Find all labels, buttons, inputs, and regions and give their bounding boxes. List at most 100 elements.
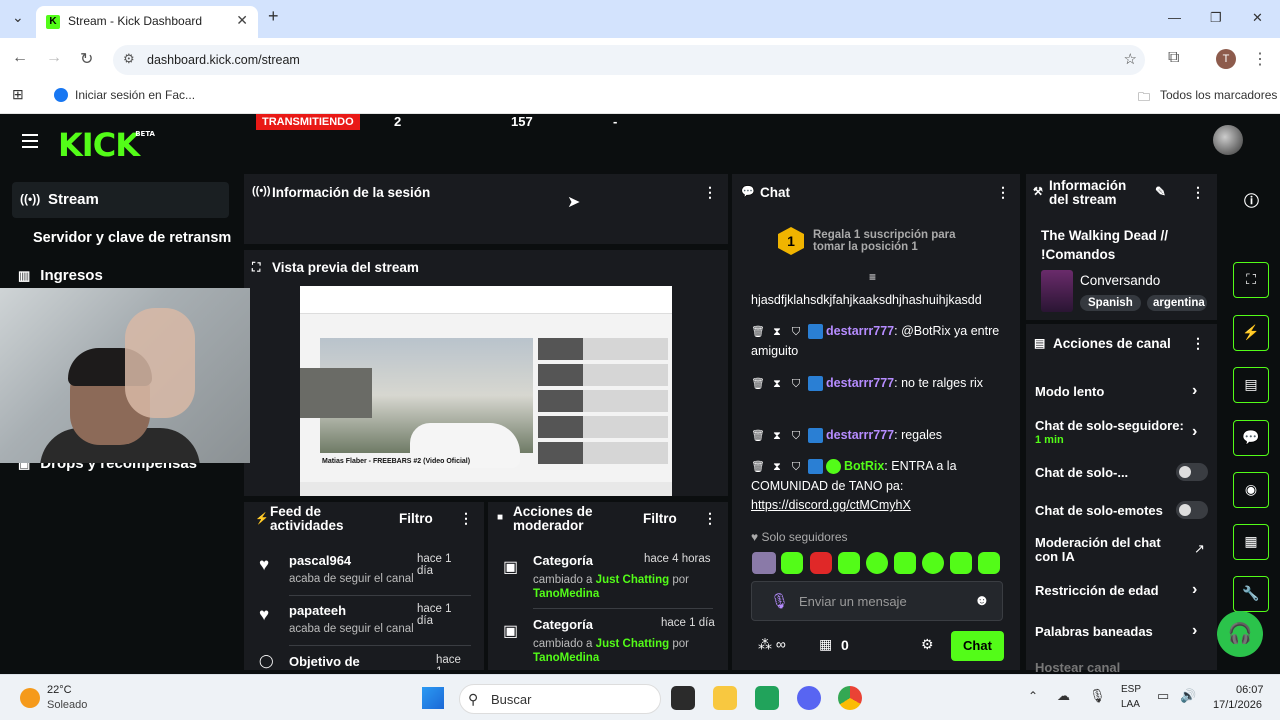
info-icon[interactable]: ⓘ	[1244, 190, 1259, 211]
ban-icon[interactable]: ⛉	[789, 427, 803, 446]
emote[interactable]	[950, 552, 972, 574]
sidebar-item-stream[interactable]: ((•)) Stream	[12, 182, 229, 218]
menu-icon[interactable]	[22, 134, 38, 152]
tools-icon[interactable]: 🔧	[1233, 576, 1269, 612]
emoji-icon[interactable]: ☻	[974, 592, 990, 609]
chevron-right-icon[interactable]: ›	[1192, 581, 1197, 599]
omnibox[interactable]: ⚙ dashboard.kick.com/stream ☆	[113, 45, 1145, 75]
weather-icon[interactable]	[20, 688, 40, 708]
emote[interactable]	[810, 552, 832, 574]
mic-tray-icon[interactable]: 🎙	[1089, 688, 1106, 704]
delete-icon[interactable]: 🗑	[751, 427, 765, 446]
gift-prompt[interactable]: Regala 1 suscripción para tomar la posici…	[813, 229, 956, 253]
apps-grid-icon[interactable]: ⊞	[12, 86, 24, 103]
chat-menu-icon[interactable]: ⋮	[996, 184, 1010, 201]
host-channel-row[interactable]: Hostear canal	[1035, 660, 1120, 674]
mic-icon[interactable]: 🎙	[770, 592, 789, 610]
clock-time[interactable]: 06:07	[1236, 684, 1264, 696]
network-icon[interactable]: ▭	[1157, 688, 1169, 704]
bookmark-facebook[interactable]: Iniciar sesión en Fac...	[75, 88, 195, 102]
extensions-icon[interactable]: ⧉	[1168, 49, 1179, 67]
timeout-icon[interactable]: ⧗	[770, 323, 784, 342]
chat-input[interactable]: 🎙 Enviar un mensaje ☻	[751, 581, 1003, 621]
profile-avatar[interactable]: T	[1216, 49, 1236, 69]
age-restriction-row[interactable]: Restricción de edad	[1035, 583, 1159, 598]
all-bookmarks[interactable]: Todos los marcadores	[1160, 88, 1277, 102]
reload-icon[interactable]: ↻	[80, 49, 93, 69]
minimize-icon[interactable]: —	[1168, 10, 1181, 25]
taskbar-search[interactable]: ⚲ Buscar	[459, 684, 661, 714]
task-view-icon[interactable]	[671, 686, 695, 710]
emote[interactable]	[978, 552, 1000, 574]
stream-preview-video[interactable]: Matias Flaber - FREEBARS #2 (Video Ofici…	[300, 286, 672, 496]
bookmark-star-icon[interactable]: ☆	[1124, 50, 1137, 68]
delete-icon[interactable]: 🗑	[751, 458, 765, 477]
app-icon[interactable]	[755, 686, 779, 710]
subs-chat-toggle[interactable]	[1176, 463, 1208, 481]
chat-settings-icon[interactable]: ⚙	[921, 636, 934, 653]
emotes-chat-toggle[interactable]	[1176, 501, 1208, 519]
edit-icon[interactable]: ✎	[1155, 184, 1166, 200]
external-link-icon[interactable]: ↗	[1194, 541, 1205, 557]
channel-actions-menu-icon[interactable]: ⋮	[1191, 335, 1205, 352]
support-chat-icon[interactable]: 🎧	[1217, 611, 1263, 657]
slow-mode-row[interactable]: Modo lento	[1035, 384, 1104, 399]
start-icon[interactable]	[422, 687, 444, 709]
layout-icon[interactable]: ▦	[1233, 524, 1269, 560]
stream-category[interactable]: Conversando	[1080, 273, 1160, 288]
ai-moderation-row[interactable]: Moderación del chat con IA	[1035, 536, 1161, 564]
ban-icon[interactable]: ⛉	[789, 375, 803, 394]
emote[interactable]	[866, 552, 888, 574]
chat-username[interactable]: destarrr777	[826, 376, 894, 390]
chrome-icon[interactable]	[838, 686, 862, 710]
sidebar-item-earnings[interactable]: ▥ Ingresos	[18, 267, 103, 284]
emote[interactable]	[922, 552, 944, 574]
mod-menu-icon[interactable]: ⋮	[703, 510, 717, 527]
ban-icon[interactable]: ⛉	[789, 323, 803, 342]
chat-username[interactable]: destarrr777	[826, 324, 894, 338]
ban-icon[interactable]: ⛉	[789, 458, 803, 477]
delete-icon[interactable]: 🗑	[751, 323, 765, 342]
screenshot-icon[interactable]: ⛶	[1233, 262, 1269, 298]
lang-2[interactable]: LAA	[1121, 699, 1140, 710]
timeout-icon[interactable]: ⧗	[770, 375, 784, 394]
browser-menu-icon[interactable]: ⋮	[1252, 49, 1268, 69]
tab-list-icon[interactable]: ⌄	[12, 9, 24, 26]
browser-tab[interactable]: K Stream - Kick Dashboard ✕	[36, 6, 258, 38]
tag-argentina[interactable]: argentina	[1147, 295, 1207, 311]
chat-send-button[interactable]: Chat	[951, 631, 1004, 661]
emote[interactable]	[838, 552, 860, 574]
activity-menu-icon[interactable]: ⋮	[459, 510, 473, 527]
broadcast-rail-icon[interactable]: ◉	[1233, 472, 1269, 508]
chat-username[interactable]: destarrr777	[826, 428, 894, 442]
new-tab-icon[interactable]: +	[268, 6, 279, 27]
emote[interactable]	[752, 552, 776, 574]
activity-filter-button[interactable]: Filtro	[399, 511, 433, 526]
file-explorer-icon[interactable]	[713, 686, 737, 710]
chevron-right-icon[interactable]: ›	[1192, 423, 1197, 441]
session-menu-icon[interactable]: ⋮	[703, 184, 717, 201]
kick-logo[interactable]: KICK BETA	[58, 126, 155, 164]
timeout-icon[interactable]: ⧗	[770, 427, 784, 446]
rewards-icon[interactable]: ⁂ ∞	[758, 636, 786, 653]
chat-username[interactable]: BotRix	[844, 459, 884, 473]
window-close-icon[interactable]: ✕	[1252, 10, 1263, 26]
chat-icon[interactable]: 💬	[1233, 420, 1269, 456]
timeout-icon[interactable]: ⧗	[770, 458, 784, 477]
delete-icon[interactable]: 🗑	[751, 375, 765, 394]
chevron-right-icon[interactable]: ›	[1192, 622, 1197, 640]
user-avatar[interactable]	[1213, 125, 1243, 155]
emote[interactable]	[781, 552, 803, 574]
lightning-icon[interactable]: ⚡	[1233, 315, 1269, 351]
banned-words-row[interactable]: Palabras baneadas	[1035, 624, 1153, 639]
tray-chevron-icon[interactable]: ⌃	[1028, 689, 1038, 703]
lang-1[interactable]: ESP	[1121, 684, 1141, 695]
onedrive-icon[interactable]: ☁	[1057, 688, 1070, 704]
chat-link[interactable]: https://discord.gg/ctMCmyhX	[751, 498, 911, 512]
site-info-icon[interactable]: ⚙	[123, 51, 135, 67]
volume-icon[interactable]: 🔊	[1180, 688, 1196, 704]
chevron-right-icon[interactable]: ›	[1192, 382, 1197, 400]
category-thumbnail[interactable]	[1041, 270, 1073, 312]
mod-filter-button[interactable]: Filtro	[643, 511, 677, 526]
followers-chat-row[interactable]: Chat de solo-seguidore:	[1035, 418, 1187, 433]
